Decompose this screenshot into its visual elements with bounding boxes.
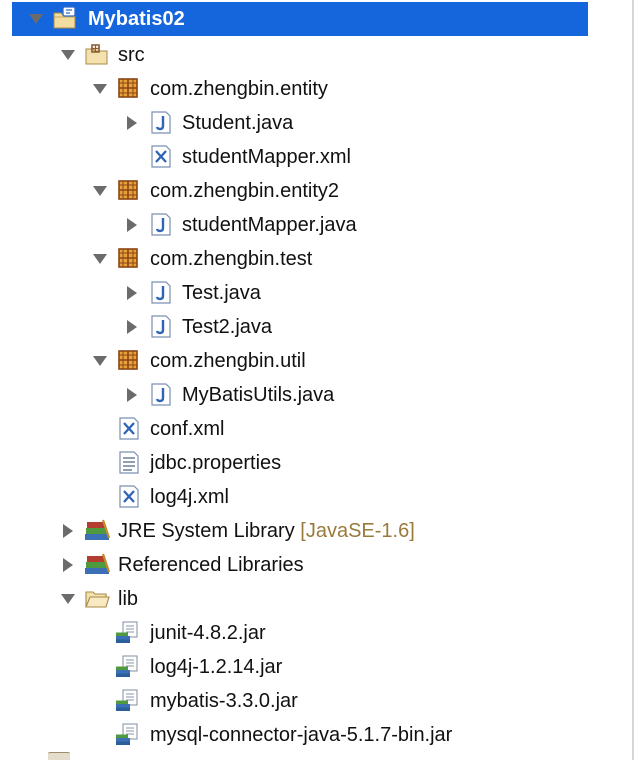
tree-item-label: jdbc.properties xyxy=(150,452,282,474)
java-file-icon xyxy=(148,382,174,408)
tree-item-package-util[interactable]: com.zhengbin.util xyxy=(0,344,632,378)
tree-item-jar-log4j[interactable]: log4j-1.2.14.jar xyxy=(0,650,632,684)
java-file-icon xyxy=(148,110,174,136)
tree-item-label: mysql-connector-java-5.1.7-bin.jar xyxy=(150,724,453,746)
package-icon xyxy=(116,76,142,102)
expand-toggle-right-icon[interactable] xyxy=(124,387,140,403)
tree-item-label: conf.xml xyxy=(150,418,225,440)
tree-item-lib-folder[interactable]: lib xyxy=(0,582,632,616)
tree-item-label: log4j-1.2.14.jar xyxy=(150,656,283,678)
package-icon xyxy=(116,178,142,204)
library-icon xyxy=(84,552,110,578)
tree-item-referenced-libraries[interactable]: Referenced Libraries xyxy=(0,548,632,582)
tree-item-jre-system-library[interactable]: JRE System Library [JavaSE-1.6] xyxy=(0,514,632,548)
expand-toggle-down-icon[interactable] xyxy=(92,81,108,97)
tree-item-student-mapper-java[interactable]: studentMapper.java xyxy=(0,208,632,242)
tree-item-label: log4j.xml xyxy=(150,486,229,508)
tree-item-label: Test2.java xyxy=(182,316,273,338)
properties-file-icon xyxy=(116,450,142,476)
open-folder-icon xyxy=(84,586,110,612)
tree-item-label: Referenced Libraries xyxy=(118,554,304,576)
package-explorer-tree: Mybatis02 src com.zhengbin.entity Studen… xyxy=(0,0,634,760)
jar-file-icon xyxy=(114,722,140,748)
tree-item-jdbc-properties[interactable]: jdbc.properties xyxy=(0,446,632,480)
tree-item-decoration: [JavaSE-1.6] xyxy=(300,520,415,542)
java-file-icon xyxy=(148,314,174,340)
tree-item-src-folder[interactable]: src xyxy=(0,38,632,72)
java-file-icon xyxy=(148,280,174,306)
tree-item-project-mybatis02[interactable]: Mybatis02 xyxy=(0,2,632,36)
tree-item-label: JRE System Library xyxy=(118,520,295,542)
tree-item-label: junit-4.8.2.jar xyxy=(150,622,266,644)
expand-toggle-right-icon[interactable] xyxy=(124,285,140,301)
jar-file-icon xyxy=(114,688,140,714)
tree-item-jar-junit[interactable]: junit-4.8.2.jar xyxy=(0,616,632,650)
tree-item-student-mapper-xml[interactable]: studentMapper.xml xyxy=(0,140,632,174)
expand-toggle-down-icon[interactable] xyxy=(60,591,76,607)
library-icon xyxy=(84,518,110,544)
tree-item-jar-mybatis[interactable]: mybatis-3.3.0.jar xyxy=(0,684,632,718)
xml-file-icon xyxy=(116,484,142,510)
tree-item-label: Test.java xyxy=(182,282,261,304)
tree-item-label: com.zhengbin.util xyxy=(150,350,306,372)
tree-item-label-group: JRE System Library [JavaSE-1.6] xyxy=(118,514,415,548)
expand-toggle-down-icon[interactable] xyxy=(92,353,108,369)
tree-item-package-entity[interactable]: com.zhengbin.entity xyxy=(0,72,632,106)
tree-item-label: studentMapper.java xyxy=(182,214,357,236)
xml-file-icon xyxy=(116,416,142,442)
expand-toggle-right-icon[interactable] xyxy=(60,557,76,573)
expand-toggle-down-icon[interactable] xyxy=(28,11,44,27)
tree-item-label: com.zhengbin.test xyxy=(150,248,313,270)
tree-item-label: com.zhengbin.entity xyxy=(150,78,328,100)
tree-item-conf-xml[interactable]: conf.xml xyxy=(0,412,632,446)
jar-file-icon xyxy=(114,620,140,646)
package-icon xyxy=(116,246,142,272)
tree-item-label: MyBatisUtils.java xyxy=(182,384,335,406)
tree-item-test2-java[interactable]: Test2.java xyxy=(0,310,632,344)
tree-item-label: studentMapper.xml xyxy=(182,146,351,168)
tree-item-label: com.zhengbin.entity2 xyxy=(150,180,340,202)
expand-toggle-down-icon[interactable] xyxy=(60,47,76,63)
java-project-icon xyxy=(52,6,78,32)
expand-toggle-right-icon[interactable] xyxy=(60,523,76,539)
expand-toggle-down-icon[interactable] xyxy=(92,251,108,267)
expand-toggle-right-icon[interactable] xyxy=(124,319,140,335)
package-icon xyxy=(116,348,142,374)
java-file-icon xyxy=(148,212,174,238)
source-folder-icon xyxy=(84,42,110,68)
tree-item-label: lib xyxy=(118,588,139,610)
partial-folder-icon xyxy=(48,752,70,760)
expand-toggle-right-icon[interactable] xyxy=(124,217,140,233)
expand-toggle-down-icon[interactable] xyxy=(92,183,108,199)
tree-item-jar-mysql-connector[interactable]: mysql-connector-java-5.1.7-bin.jar xyxy=(0,718,632,752)
tree-item-package-entity2[interactable]: com.zhengbin.entity2 xyxy=(0,174,632,208)
tree-item-student-java[interactable]: Student.java xyxy=(0,106,632,140)
tree-item-mybatis-utils-java[interactable]: MyBatisUtils.java xyxy=(0,378,632,412)
tree-item-label: Mybatis02 xyxy=(88,8,185,30)
tree-item-label: src xyxy=(118,44,145,66)
tree-item-label: mybatis-3.3.0.jar xyxy=(150,690,298,712)
tree-item-test-java[interactable]: Test.java xyxy=(0,276,632,310)
tree-item-log4j-xml[interactable]: log4j.xml xyxy=(0,480,632,514)
jar-file-icon xyxy=(114,654,140,680)
xml-file-icon xyxy=(148,144,174,170)
tree-item-package-test[interactable]: com.zhengbin.test xyxy=(0,242,632,276)
tree-item-label: Student.java xyxy=(182,112,294,134)
expand-toggle-right-icon[interactable] xyxy=(124,115,140,131)
